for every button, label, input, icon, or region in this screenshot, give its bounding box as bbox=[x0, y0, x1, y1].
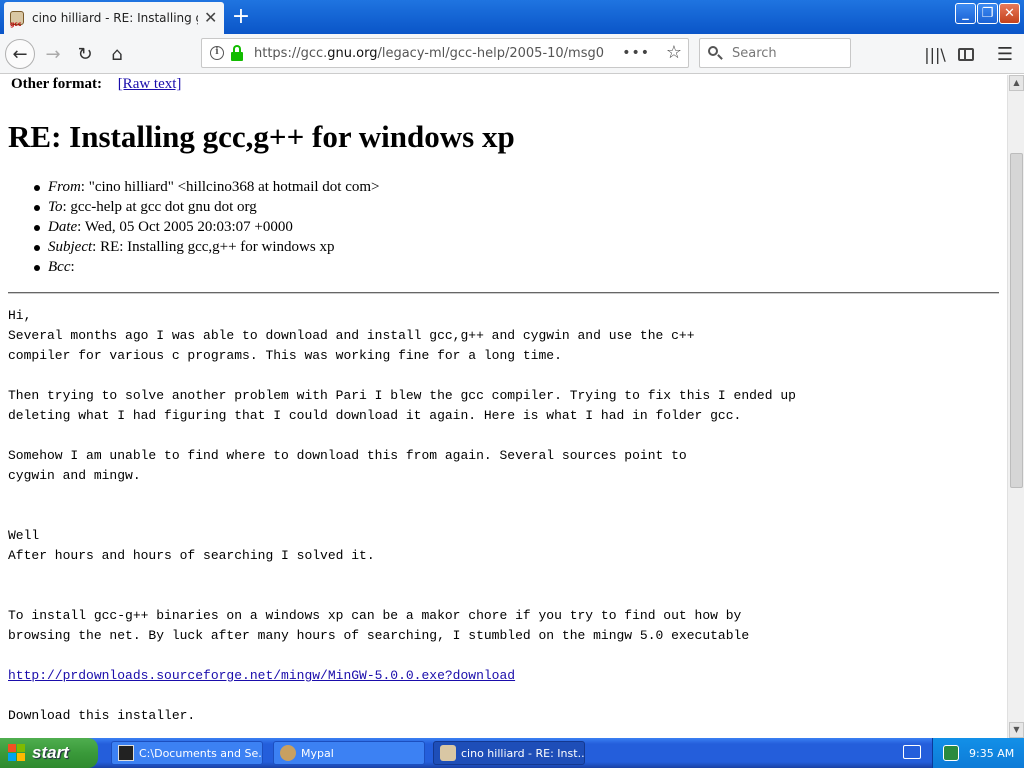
back-button[interactable]: ← bbox=[5, 39, 35, 69]
header-date: Date: Wed, 05 Oct 2005 20:03:07 +0000 bbox=[34, 217, 380, 237]
browser-tab[interactable]: gcc cino hilliard - RE: Installing gcc,g… bbox=[4, 2, 224, 34]
mypal-browser-icon bbox=[280, 745, 296, 761]
scrollbar-thumb[interactable] bbox=[1010, 153, 1023, 488]
search-box[interactable]: Search bbox=[699, 38, 851, 68]
scroll-down-arrow-icon[interactable]: ▼ bbox=[1009, 722, 1024, 738]
horizontal-rule bbox=[8, 292, 999, 294]
new-tab-button[interactable]: + bbox=[228, 4, 254, 30]
page-actions-icon[interactable]: ••• bbox=[622, 45, 650, 61]
navigation-toolbar: ← → ↻ ⌂ i https://gcc.gnu.org/legacy-ml/… bbox=[0, 34, 1024, 74]
taskbar-item-explorer[interactable]: C:\Documents and Se... bbox=[111, 741, 263, 765]
header-bcc: Bcc: bbox=[34, 257, 380, 277]
header-field: Bcc bbox=[48, 259, 71, 275]
taskbar-item-mypal[interactable]: Mypal bbox=[273, 741, 425, 765]
restore-window-button[interactable]: ❐ bbox=[977, 3, 998, 24]
lock-icon[interactable] bbox=[230, 45, 244, 61]
keyboard-icon[interactable] bbox=[903, 745, 921, 759]
header-field: Subject bbox=[48, 239, 93, 255]
arrow-left-icon: ← bbox=[12, 43, 28, 65]
minimize-window-button[interactable]: _ bbox=[955, 3, 976, 24]
start-label: start bbox=[32, 743, 69, 762]
clock: 9:35 AM bbox=[969, 746, 1015, 760]
scroll-up-arrow-icon[interactable]: ▲ bbox=[1009, 75, 1024, 91]
header-from: From: "cino hilliard" <hillcino368 at ho… bbox=[34, 177, 380, 197]
header-field: From bbox=[48, 179, 81, 195]
folder-window-icon bbox=[118, 745, 134, 761]
reload-icon: ↻ bbox=[77, 43, 93, 65]
forward-button[interactable]: → bbox=[38, 39, 68, 69]
taskbar-item-active-browser[interactable]: cino hilliard - RE: Inst... bbox=[433, 741, 585, 765]
search-placeholder: Search bbox=[732, 45, 777, 61]
url-path: /legacy-ml/gcc-help/2005-10/msg00028.h bbox=[377, 45, 604, 61]
home-icon: ⌂ bbox=[111, 43, 123, 65]
header-field: To bbox=[48, 199, 63, 215]
gcc-favicon-icon: gcc bbox=[10, 11, 24, 28]
gcc-favicon-icon bbox=[440, 745, 456, 761]
page-content: Other format: [Raw text] RE: Installing … bbox=[0, 75, 1007, 738]
tab-strip: gcc cino hilliard - RE: Installing gcc,g… bbox=[0, 0, 1024, 34]
close-window-button[interactable]: ✕ bbox=[999, 3, 1020, 24]
message-headers: From: "cino hilliard" <hillcino368 at ho… bbox=[34, 177, 380, 277]
header-value: : RE: Installing gcc,g++ for windows xp bbox=[92, 239, 335, 255]
taskbar-item-label: cino hilliard - RE: Inst... bbox=[461, 746, 585, 760]
home-button[interactable]: ⌂ bbox=[102, 39, 132, 69]
reload-button[interactable]: ↻ bbox=[70, 39, 100, 69]
windows-logo-icon bbox=[8, 744, 26, 762]
header-field: Date bbox=[48, 219, 78, 235]
header-value: : bbox=[70, 259, 75, 275]
header-to: To: gcc-help at gcc dot gnu dot org bbox=[34, 197, 380, 217]
message-body: Hi, Several months ago I was able to dow… bbox=[8, 306, 796, 738]
header-subject: Subject: RE: Installing gcc,g++ for wind… bbox=[34, 237, 380, 257]
start-button[interactable]: start bbox=[0, 738, 98, 768]
other-format-line: Other format: [Raw text] bbox=[11, 76, 181, 93]
header-value: : Wed, 05 Oct 2005 20:03:07 +0000 bbox=[77, 219, 293, 235]
message-title: RE: Installing gcc,g++ for windows xp bbox=[8, 119, 515, 154]
arrow-right-icon: → bbox=[45, 43, 61, 65]
taskbar-item-label: C:\Documents and Se... bbox=[139, 746, 263, 760]
sidebar-icon[interactable] bbox=[951, 39, 981, 69]
body-text-part: Download this installer. This allows qui… bbox=[8, 708, 196, 723]
star-icon[interactable]: ☆ bbox=[666, 42, 682, 63]
body-text-part: Hi, Several months ago I was able to dow… bbox=[8, 308, 796, 643]
address-bar[interactable]: i https://gcc.gnu.org/legacy-ml/gcc-help… bbox=[201, 38, 689, 68]
raw-text-link[interactable]: [Raw text] bbox=[118, 76, 182, 92]
system-tray: 9:35 AM bbox=[932, 738, 1024, 768]
url-prefix: https://gcc. bbox=[254, 45, 328, 61]
header-value: : gcc-help at gcc dot gnu dot org bbox=[62, 199, 257, 215]
header-value: : "cino hilliard" <hillcino368 at hotmai… bbox=[80, 179, 380, 195]
library-icon[interactable]: |||\ bbox=[920, 39, 950, 69]
url-text[interactable]: https://gcc.gnu.org/legacy-ml/gcc-help/2… bbox=[254, 46, 604, 61]
taskbar-item-label: Mypal bbox=[301, 746, 334, 760]
taskbar: start C:\Documents and Se... Mypal cino … bbox=[0, 738, 1024, 768]
url-host: gnu.org bbox=[327, 45, 378, 61]
vertical-scrollbar[interactable]: ▲ ▼ bbox=[1007, 75, 1024, 738]
other-format-label: Other format: bbox=[11, 76, 102, 92]
hamburger-menu-icon[interactable]: ☰ bbox=[990, 39, 1020, 69]
tab-title: cino hilliard - RE: Installing gcc,g++ bbox=[32, 11, 198, 25]
search-icon bbox=[708, 46, 723, 60]
tray-app-icon[interactable] bbox=[943, 745, 959, 761]
mingw-download-link[interactable]: http://prdownloads.sourceforge.net/mingw… bbox=[8, 668, 515, 683]
close-tab-icon[interactable]: ✕ bbox=[204, 10, 217, 26]
info-icon[interactable]: i bbox=[210, 46, 224, 60]
